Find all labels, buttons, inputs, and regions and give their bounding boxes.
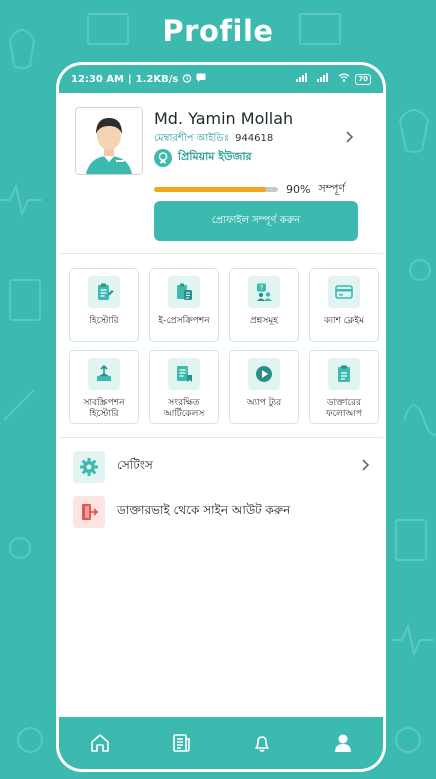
user-name: Md. Yamin Mollah [154, 109, 294, 128]
divider [59, 437, 383, 438]
message-icon [196, 73, 206, 85]
tile-subscription-history[interactable]: সাবস্ক্রিপশন হিস্টোরি [69, 350, 139, 424]
settings-row[interactable]: সেটিংস [73, 450, 370, 484]
tile-doctor-followup[interactable]: ডাক্তারের ফলোআপ [309, 350, 379, 424]
tile-cash-claim[interactable]: ক্যাশ ক্লেইম [309, 268, 379, 342]
chevron-right-icon [361, 459, 370, 475]
bottom-nav [59, 717, 383, 769]
status-speed: 1.2KB/s [135, 73, 179, 85]
signout-icon [73, 496, 105, 528]
profile-card[interactable]: Md. Yamin Mollah মেম্বারশীপ আইডিঃ 944618 … [67, 101, 375, 241]
complete-profile-button[interactable]: প্রোফাইল সম্পূর্ণ করুন [154, 201, 358, 241]
status-time: 12:30 AM [71, 73, 125, 85]
bell-icon[interactable] [242, 723, 282, 763]
settings-label: সেটিংস [117, 458, 153, 472]
progress-complete-text: সম্পূর্ণ [318, 182, 346, 195]
membership-id: মেম্বারশীপ আইডিঃ 944618 [154, 133, 274, 144]
tile-app-tour[interactable]: অ্যাপ ট্যুর [229, 350, 299, 424]
premium-icon [154, 148, 172, 167]
saved-articles-icon [168, 358, 200, 390]
signal-icon-2 [317, 73, 333, 85]
feature-grid: হিস্টোরি ই-প্রেসক্রিপশন ? প্রশ্নসমূহ ক্য… [69, 268, 379, 424]
alarm-icon [182, 73, 192, 86]
avatar [75, 107, 143, 175]
signal-icon [296, 73, 312, 85]
premium-badge: প্রিমিয়াম ইউজার [154, 148, 252, 167]
questions-icon: ? [248, 276, 280, 308]
gear-icon [73, 451, 105, 483]
subscription-icon [88, 358, 120, 390]
profile-icon[interactable] [323, 723, 363, 763]
profile-progress: 90% সম্পূর্ণ [154, 180, 345, 199]
wifi-icon [338, 73, 350, 85]
articles-icon[interactable] [161, 723, 201, 763]
progress-fill [154, 187, 266, 192]
phone-frame: 12:30 AM | 1.2KB/s 70 Md. Yamin Mollah ম… [56, 62, 386, 772]
prescription-icon [168, 276, 200, 308]
signout-label: ডাক্তারভাই থেকে সাইন আউট করুন [117, 503, 291, 517]
divider [59, 253, 383, 254]
tile-e-prescription[interactable]: ই-প্রেসক্রিপশন [149, 268, 219, 342]
tile-history[interactable]: হিস্টোরি [69, 268, 139, 342]
cash-claim-icon [328, 276, 360, 308]
home-icon[interactable] [80, 723, 120, 763]
followup-icon [328, 358, 360, 390]
signout-row[interactable]: ডাক্তারভাই থেকে সাইন আউট করুন [73, 495, 369, 529]
play-icon [248, 358, 280, 390]
tile-saved-articles[interactable]: সংরক্ষিত আর্টিকেলস [149, 350, 219, 424]
progress-percent: 90% [286, 183, 311, 196]
battery-icon: 70 [355, 73, 371, 85]
history-icon [88, 276, 120, 308]
progress-bar [154, 187, 278, 192]
status-bar: 12:30 AM | 1.2KB/s 70 [59, 65, 383, 93]
svg-text:?: ? [260, 284, 264, 292]
page-title: Profile [162, 14, 274, 48]
tile-questions[interactable]: ? প্রশ্নসমূহ [229, 268, 299, 342]
chevron-right-icon[interactable] [345, 131, 354, 147]
